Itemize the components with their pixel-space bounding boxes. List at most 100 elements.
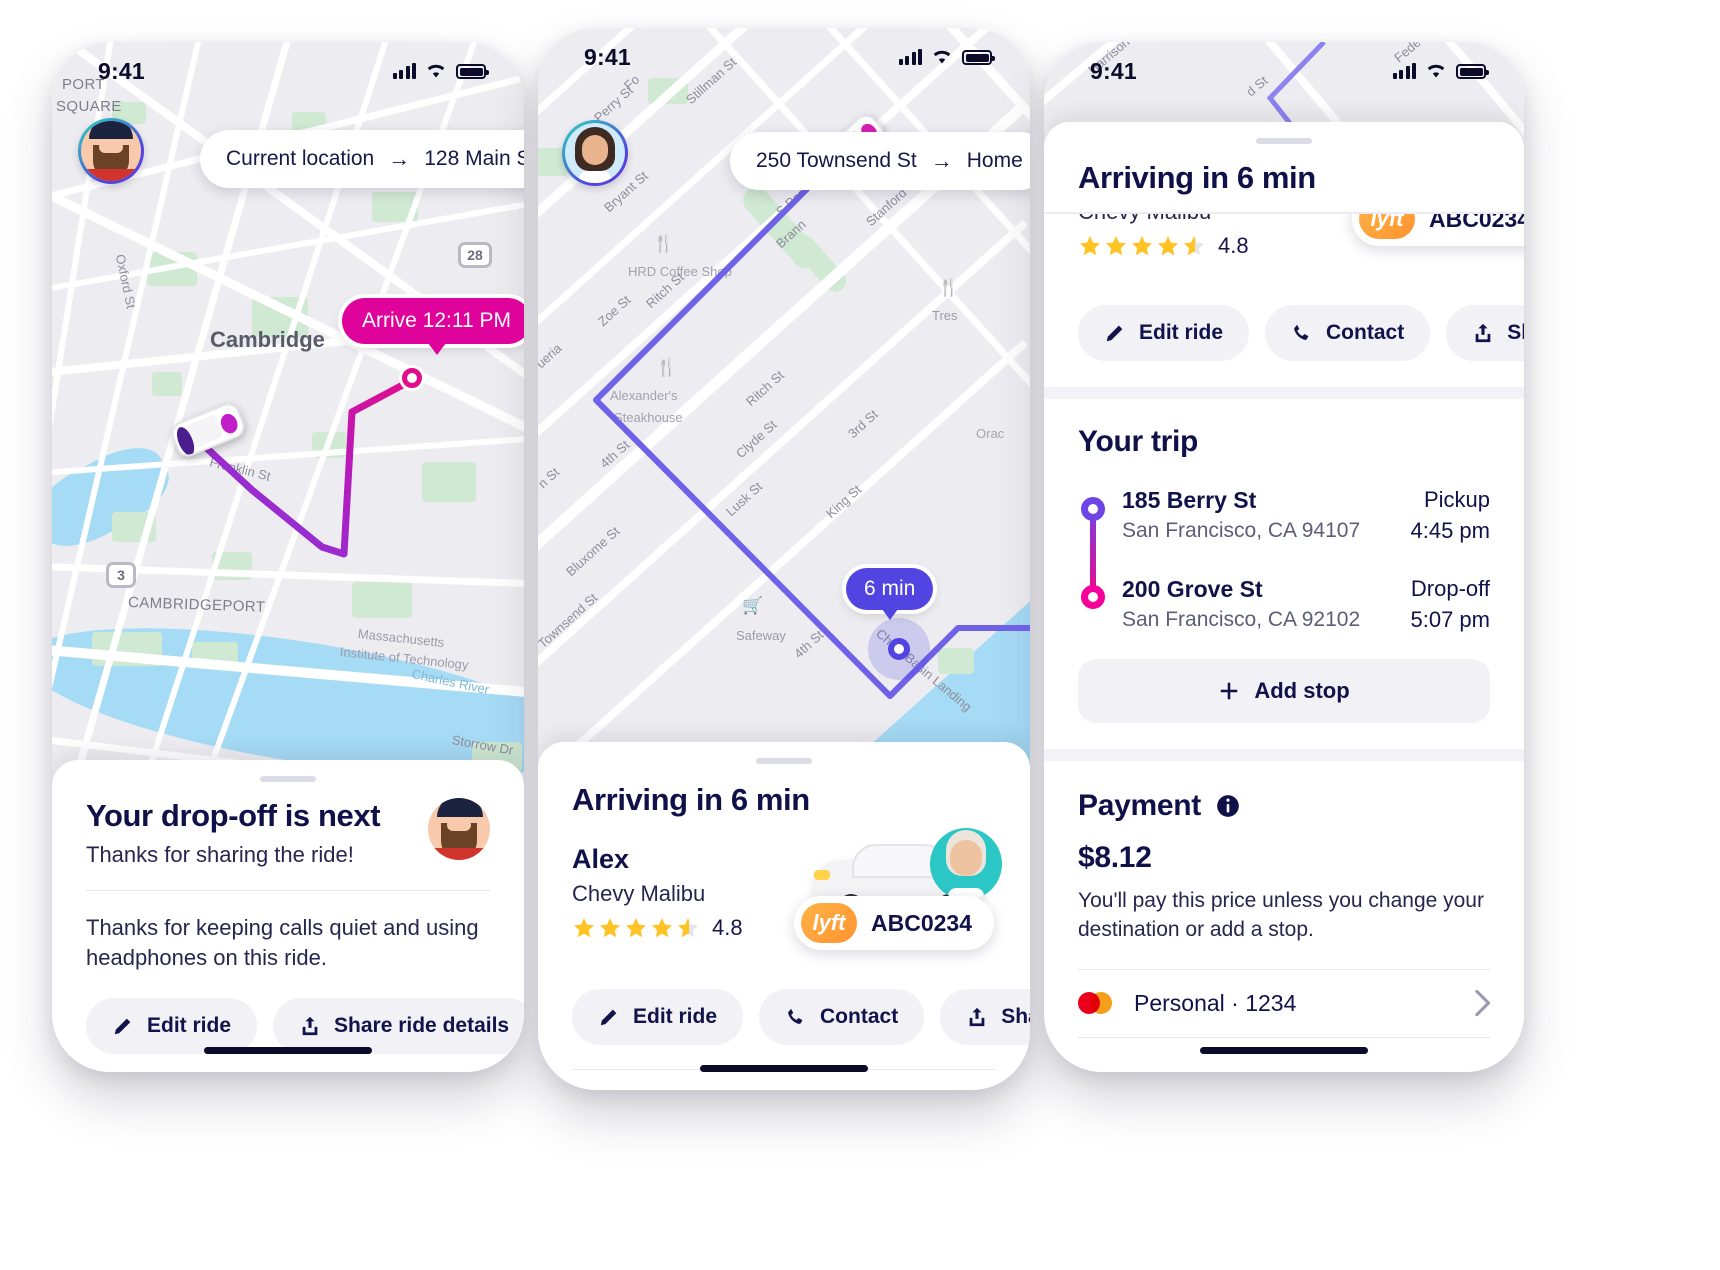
chevron-right-icon[interactable] [1474,990,1490,1017]
passenger-avatar[interactable] [428,798,490,860]
destination-marker [402,368,422,388]
share-ride-details-button[interactable]: Share ride details [273,997,524,1054]
cellular-bars-icon [1392,63,1416,79]
share-ride-details-button[interactable]: Share ride details [940,989,1030,1045]
plus-icon [1221,682,1238,700]
home-indicator [700,1065,868,1072]
share-icon [302,1016,318,1035]
battery-full-icon [962,50,995,65]
edit-ride-button[interactable]: Edit ride [572,989,744,1045]
route-destination: Home [966,149,1023,172]
your-trip-heading: Your trip [1078,425,1199,458]
edit-ride-button[interactable]: Edit ride [86,997,258,1054]
trip-route-pill[interactable]: 250 Townsend St → Home [730,132,1030,190]
lyft-badge-icon: lyft [801,903,857,943]
trip-route-pill[interactable]: Current location → 128 Main St. [200,130,524,188]
payment-method-label: Personal · 1234 [1134,989,1297,1016]
share-icon [969,1007,985,1027]
action-button-row: Edit ride Contact Share ride details [572,989,1030,1045]
avatar[interactable] [78,118,144,184]
stop-kind: Drop-off [1410,576,1490,601]
status-time: 9:41 [1090,58,1137,84]
status-time: 9:41 [98,58,145,84]
edit-ride-label: Edit ride [633,1005,718,1028]
arrow-right-icon: → [388,146,411,171]
cellular-bars-icon [392,63,416,79]
battery-full-icon [456,64,489,79]
plate-number: ABC0234 [871,909,972,936]
driver-avatar[interactable] [930,828,1002,900]
section-divider [1044,749,1524,761]
payment-method-row[interactable]: Personal · 1234 [1078,970,1490,1037]
eta-pill: Arrive 12:11 PM [342,298,524,355]
share-ride-details-label: Share ride details [1001,1005,1030,1028]
current-location-dot [888,638,910,660]
license-plate-chip: lyft ABC0234 [794,896,994,950]
driver-info: Alex Chevy Malibu 4.8 [572,828,1002,950]
rating-stars [572,916,700,940]
phone-screen-arriving: Perry St Fo Stillman St S Park Bryant St… [538,28,1030,1090]
contact-label: Contact [820,1005,899,1028]
sheet-title: Arriving in 6 min [572,782,810,817]
trip-stop-row[interactable]: 185 Berry St San Francisco, CA 94107 Pic… [1122,487,1490,544]
share-ride-details-label: Share ride details [1507,321,1524,344]
wifi-icon [933,50,951,64]
cellular-bars-icon [898,49,922,65]
wifi-icon [1427,64,1445,78]
route-destination: 128 Main St. [424,147,524,170]
add-stop-label: Add stop [1254,678,1350,703]
share-ride-details-button[interactable]: Share ride details [1446,305,1524,361]
action-button-row: Edit ride Contact Share ride details [1078,305,1524,361]
trip-stop-row[interactable]: 200 Grove St San Francisco, CA 92102 Dro… [1122,576,1490,633]
dropoff-dot-icon [1081,585,1105,609]
route-origin: 250 Townsend St [756,149,917,172]
payment-section: Payment $8.12 You'll pay this price unle… [1044,761,1524,1038]
stop-address: 200 Grove St [1122,576,1263,602]
section-divider [1044,387,1524,399]
phone-screen-dropoff: PORT SQUARE Somerville Cambridge Oxford … [52,42,524,1072]
rating-stars [1078,234,1206,258]
info-icon[interactable] [1215,793,1241,819]
edit-ride-button[interactable]: Edit ride [1078,305,1250,361]
eta-pill: 6 min [846,568,934,620]
status-bar: 9:41 [538,28,1030,86]
driver-rating: 4.8 [712,915,743,940]
trip-details-sheet[interactable]: Alex Chevy Malibu 4.8 [1044,122,1524,1072]
contact-button[interactable]: Contact [1265,305,1431,361]
arrow-right-icon: → [930,148,953,173]
stop-time: 4:45 pm [1410,518,1491,543]
home-indicator [1200,1047,1368,1054]
payment-heading: Payment [1078,789,1201,822]
add-stop-button[interactable]: Add stop [1078,659,1490,723]
sticky-title: Arriving in 6 min [1078,160,1316,195]
bottom-sheet-dropoff[interactable]: Your drop-off is next Thanks for sharing… [52,760,524,1072]
sticky-header: Arriving in 6 min [1044,122,1524,212]
home-indicator [204,1047,372,1054]
sheet-grabber[interactable] [1256,138,1312,144]
sheet-title: Your drop-off is next [86,798,381,833]
payment-note: You'll pay this price unless you change … [1078,889,1484,941]
pencil-icon [114,1018,131,1034]
eta-pill-label: Arrive 12:11 PM [362,309,511,332]
stop-kind: Pickup [1423,487,1490,512]
status-time: 9:41 [584,44,631,70]
stop-time: 5:07 pm [1410,607,1491,632]
phone-icon [1294,324,1309,340]
stop-address: 185 Berry St [1122,487,1257,513]
action-button-row: Edit ride Share ride details Contact [86,997,524,1054]
contact-button[interactable]: Contact [759,989,925,1045]
share-ride-details-label: Share ride details [334,1013,510,1037]
pencil-icon [600,1009,617,1026]
status-bar: 9:41 [52,42,524,100]
edit-ride-label: Edit ride [147,1013,232,1037]
stop-city: San Francisco, CA 92102 [1122,608,1361,631]
sheet-body-text: Thanks for keeping calls quiet and using… [86,915,479,971]
avatar[interactable] [562,120,628,186]
bottom-sheet-arriving[interactable]: Arriving in 6 min Alex Chevy Malibu 4.8 [538,742,1030,1090]
sheet-subtitle: Thanks for sharing the ride! [86,842,354,867]
route-origin: Current location [226,147,375,170]
stop-city: San Francisco, CA 94107 [1122,519,1361,542]
battery-full-icon [1456,64,1489,79]
lyft-wordmark: lyft [812,910,846,935]
wifi-icon [427,64,445,78]
